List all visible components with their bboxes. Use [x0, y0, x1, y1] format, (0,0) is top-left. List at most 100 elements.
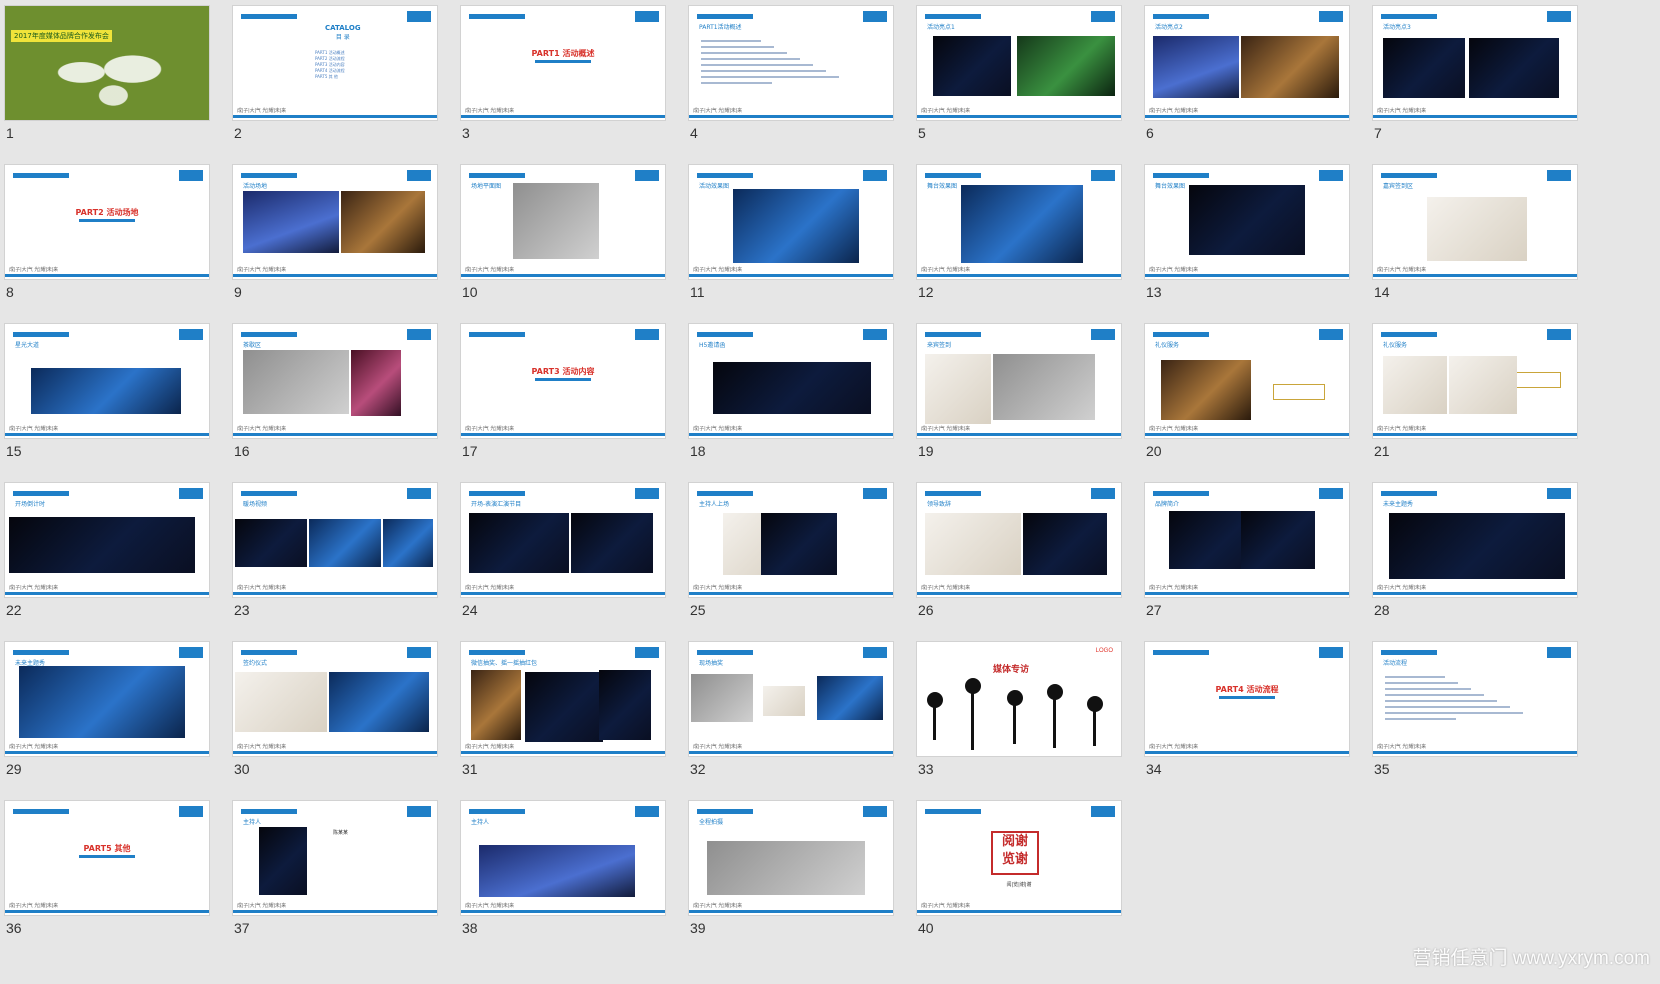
logo-box — [863, 488, 887, 499]
slide-number: 14 — [1374, 284, 1390, 300]
slide-image — [925, 513, 1021, 575]
slide-thumbnail[interactable]: 开场倒计时 成|子|大|气 光|耀|未|来 — [4, 482, 210, 598]
slide-cell: CATALOG 目 录 PART1 活动概述 PART2 活动流程 PART3 活动内容… — [232, 5, 438, 165]
slide-thumbnail[interactable]: 未来主题秀 成|子|大|气 光|耀|未|来 — [1372, 482, 1578, 598]
slide-thumbnail[interactable]: 现场抽奖 成|子|大|气 光|耀|未|来 — [688, 641, 894, 757]
footer-text: 成|子|大|气 光|耀|未|来 — [237, 585, 287, 591]
slide-image — [9, 517, 195, 573]
slide-thumbnail[interactable]: 舞台效果图 成|子|大|气 光|耀|未|来 — [916, 164, 1122, 280]
slide-thumbnail[interactable]: 暖场视频 成|子|大|气 光|耀|未|来 — [232, 482, 438, 598]
world-map-graphic — [43, 46, 171, 112]
slide-thumbnail[interactable]: 签约仪式 成|子|大|气 光|耀|未|来 — [232, 641, 438, 757]
slide-image — [1383, 356, 1447, 414]
logo-box — [1547, 170, 1571, 181]
slide-thumbnail[interactable]: 活动流程 成|子|大|气 光|耀|未|来 — [1372, 641, 1578, 757]
slide-thumbnail[interactable]: 活动亮点3 成|子|大|气 光|耀|未|来 — [1372, 5, 1578, 121]
footer-text: 成|子|大|气 光|耀|未|来 — [1149, 744, 1199, 750]
header-tag — [13, 809, 69, 814]
slide-image — [1469, 38, 1559, 98]
slide-thumbnail[interactable]: 主持人 成|子|大|气 光|耀|未|来 — [460, 800, 666, 916]
slide-thumbnail[interactable]: H5邀请函 成|子|大|气 光|耀|未|来 — [688, 323, 894, 439]
header-tag — [469, 332, 525, 337]
slide-thumbnail[interactable]: 主持人上场 成|子|大|气 光|耀|未|来 — [688, 482, 894, 598]
slide-cell: 舞台效果图 成|子|大|气 光|耀|未|来 12 — [916, 164, 1122, 324]
slide-image — [1161, 360, 1251, 420]
slide-thumbnail[interactable]: 媒体专访 LOGO — [916, 641, 1122, 757]
footer-bar — [461, 433, 665, 436]
header-tag — [13, 173, 69, 178]
slide-thumbnail[interactable]: 星光大道 成|子|大|气 光|耀|未|来 — [4, 323, 210, 439]
slide-thumbnail[interactable]: 场地平面图舞 台成|子|大|气 光|耀|未|来 — [460, 164, 666, 280]
footer-text: 成|子|大|气 光|耀|未|来 — [693, 267, 743, 273]
slide-number: 29 — [6, 761, 22, 777]
footer-bar — [461, 910, 665, 913]
footer-text: 成|子|大|气 光|耀|未|来 — [921, 267, 971, 273]
slide-number: 36 — [6, 920, 22, 936]
footer-text: 成|子|大|气 光|耀|未|来 — [1149, 267, 1199, 273]
slide-image — [933, 36, 1011, 96]
cover-title: 2017年度媒体品牌合作发布会 — [11, 30, 112, 42]
slide-thumbnail[interactable]: 茶歇区 成|子|大|气 光|耀|未|来 — [232, 323, 438, 439]
slide-number: 15 — [6, 443, 22, 459]
footer-text: 成|子|大|气 光|耀|未|来 — [237, 426, 287, 432]
slide-number: 2 — [234, 125, 242, 141]
slide-thumbnail[interactable]: 全程拍摄 成|子|大|气 光|耀|未|来 — [688, 800, 894, 916]
slide-thumbnail[interactable]: PART3 活动内容 成|子|大|气 光|耀|未|来 — [460, 323, 666, 439]
slide-thumbnail[interactable]: 领导致辞 成|子|大|气 光|耀|未|来 — [916, 482, 1122, 598]
logo-box — [179, 329, 203, 340]
slide-thumbnail[interactable]: 微信抽奖、摇一摇抽红包 成|子|大|气 光|耀|未|来 — [460, 641, 666, 757]
callout-box — [1273, 384, 1325, 400]
footer-text: 成|子|大|气 光|耀|未|来 — [237, 108, 287, 114]
slide-thumbnail[interactable]: 未来主题秀 成|子|大|气 光|耀|未|来 — [4, 641, 210, 757]
slide-image — [733, 189, 859, 263]
footer-bar — [689, 433, 893, 436]
slide-number: 35 — [1374, 761, 1390, 777]
slide-thumbnail[interactable]: 开场-表演汇演节目 成|子|大|气 光|耀|未|来 — [460, 482, 666, 598]
thanks-seal: 阅谢 览谢 — [991, 831, 1039, 875]
slide-thumbnail[interactable]: PART4 活动流程 成|子|大|气 光|耀|未|来 — [1144, 641, 1350, 757]
slide-cell: 活动亮点3 成|子|大|气 光|耀|未|来 7 — [1372, 5, 1578, 165]
logo-box — [635, 647, 659, 658]
slide-title: 礼仪服务 — [1155, 342, 1180, 349]
logo-box — [407, 329, 431, 340]
slide-thumbnail[interactable]: 活动亮点2 成|子|大|气 光|耀|未|来 — [1144, 5, 1350, 121]
header-tag — [925, 809, 981, 814]
catalog-title: CATALOG — [325, 24, 361, 32]
slide-thumbnail[interactable]: 礼仪服务 成|子|大|气 光|耀|未|来 — [1144, 323, 1350, 439]
slide-cell: 主持人 成|子|大|气 光|耀|未|来 38 — [460, 800, 666, 960]
slide-thumbnail[interactable]: PART5 其他 成|子|大|气 光|耀|未|来 — [4, 800, 210, 916]
slide-number: 1 — [6, 125, 14, 141]
slide-thumbnail[interactable]: 嘉宾签到区 成|子|大|气 光|耀|未|来 — [1372, 164, 1578, 280]
slide-thumbnail[interactable]: PART1活动概述 成|子|大|气 光|耀|未|来 — [688, 5, 894, 121]
slide-image — [817, 676, 883, 720]
header-tag — [241, 173, 297, 178]
header-tag — [925, 332, 981, 337]
footer-bar — [917, 592, 1121, 595]
footer-bar — [917, 115, 1121, 118]
slide-thumbnail[interactable]: 活动亮点1 成|子|大|气 光|耀|未|来 — [916, 5, 1122, 121]
header-tag — [1381, 491, 1437, 496]
footer-text: 成|子|大|气 光|耀|未|来 — [237, 267, 287, 273]
logo-box — [179, 806, 203, 817]
footer-text: 成|子|大|气 光|耀|未|来 — [465, 267, 515, 273]
footer-bar — [5, 433, 209, 436]
slide-image — [341, 191, 425, 253]
slide-thumbnail[interactable]: 活动场地 成|子|大|气 光|耀|未|来 — [232, 164, 438, 280]
slide-thumbnail[interactable]: 来宾签到 成|子|大|气 光|耀|未|来 — [916, 323, 1122, 439]
slide-thumbnail[interactable]: 舞台效果图 成|子|大|气 光|耀|未|来 — [1144, 164, 1350, 280]
logo-box — [1319, 170, 1343, 181]
slide-thumbnail[interactable]: 2017年度媒体品牌合作发布会 — [4, 5, 210, 121]
slide-thumbnail[interactable]: 礼仪服务 成|子|大|气 光|耀|未|来 — [1372, 323, 1578, 439]
slide-title: 未来主题秀 — [1383, 501, 1414, 508]
slide-cell: PART2 活动场地 成|子|大|气 光|耀|未|来 8 — [4, 164, 210, 324]
slide-thumbnail[interactable]: 主持人 陈某某 成|子|大|气 光|耀|未|来 — [232, 800, 438, 916]
slide-thumbnail[interactable]: 活动效果图 成|子|大|气 光|耀|未|来 — [688, 164, 894, 280]
slide-thumbnail[interactable]: CATALOG 目 录 PART1 活动概述 PART2 活动流程 PART3 活动内容… — [232, 5, 438, 121]
slide-thumbnail[interactable]: 品牌简介 成|子|大|气 光|耀|未|来 — [1144, 482, 1350, 598]
slide-thumbnail[interactable]: PART2 活动场地 成|子|大|气 光|耀|未|来 — [4, 164, 210, 280]
logo-box — [863, 11, 887, 22]
slide-thumbnail[interactable]: 阅谢 览谢 阅|览|谢|谢 成|子|大|气 光|耀|未|来 — [916, 800, 1122, 916]
header-tag — [925, 173, 981, 178]
logo-box — [179, 488, 203, 499]
slide-thumbnail[interactable]: PART1 活动概述 成|子|大|气 光|耀|未|来 — [460, 5, 666, 121]
